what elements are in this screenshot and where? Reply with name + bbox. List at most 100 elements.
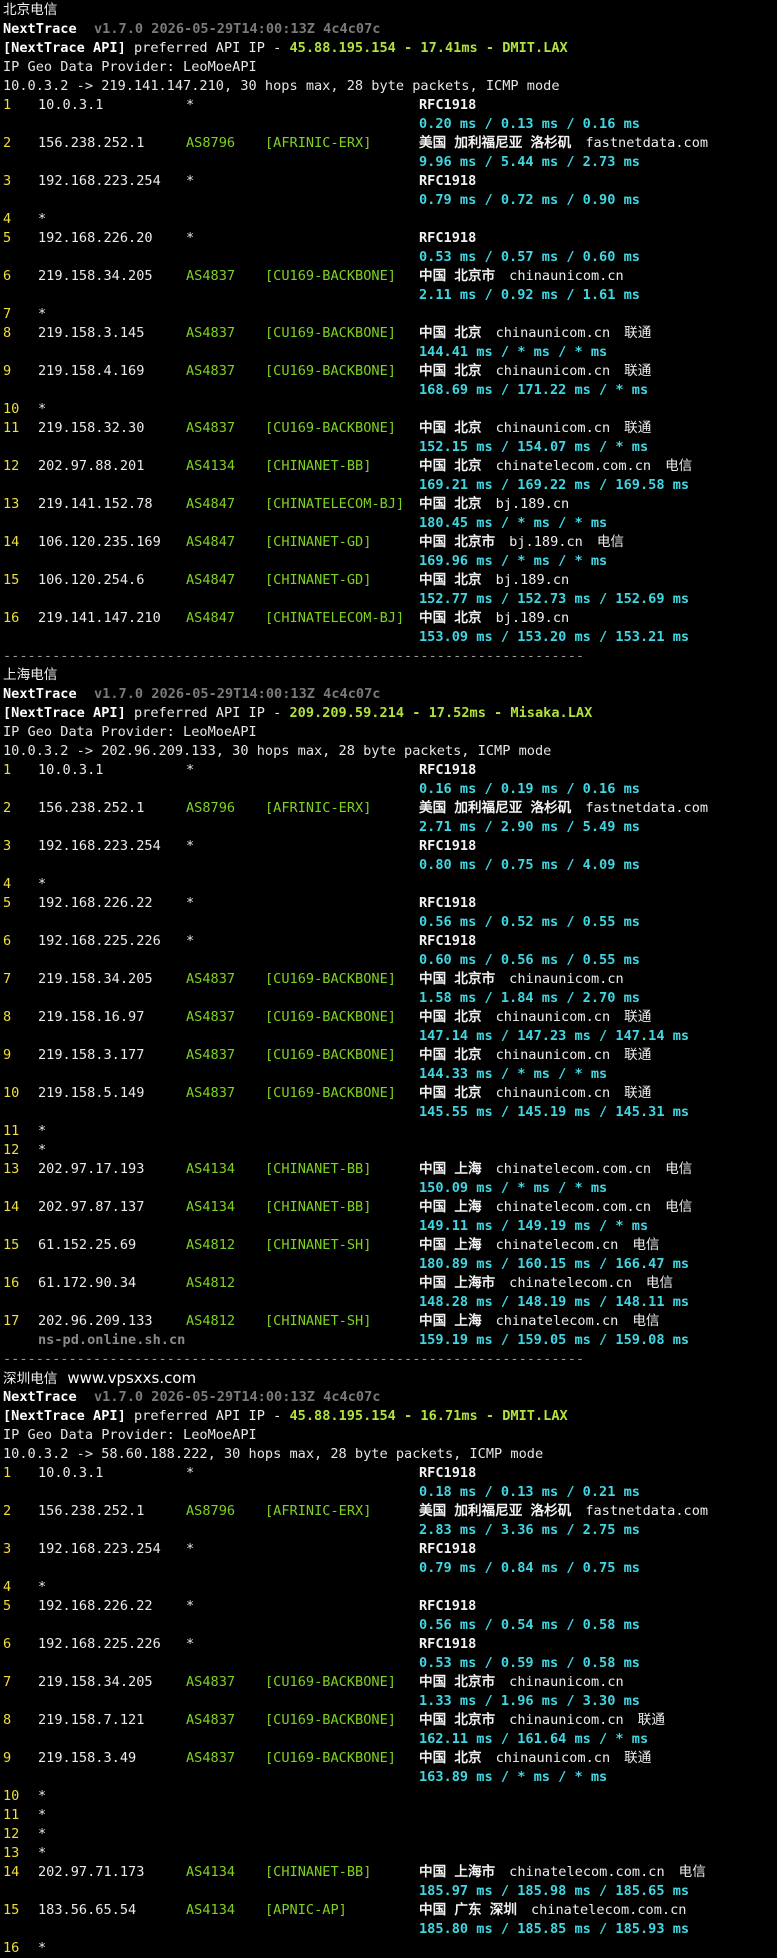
hop-latency: 150.09 ms / * ms / * ms xyxy=(419,1180,608,1196)
hop-row: 17 202.96.209.133 AS4812 [CHINANET-SH] 中国 上海… xyxy=(0,1312,777,1331)
api-line: [NextTrace API] preferred API IP - 45.88… xyxy=(0,39,777,58)
hop-ip: 106.120.254.6 xyxy=(38,572,145,588)
hop-geo: 中国 北京 xyxy=(419,1085,482,1101)
hop-row: 2 156.238.252.1 AS8796 [AFRINIC-ERX] 美国 加利福尼… xyxy=(0,1502,777,1521)
hop-row: 15 183.56.65.54 AS4134 [APNIC-AP] 中国 广东 深圳 ch… xyxy=(0,1901,777,1920)
hop-row: 14 202.97.87.137 AS4134 [CHINANET-BB] 中国 上海 c… xyxy=(0,1198,777,1217)
hop-number: 12 xyxy=(3,1826,20,1842)
hop-latency-row: 185.80 ms / 185.85 ms / 185.93 ms xyxy=(0,1920,777,1939)
hop-domain: chinatelecom.cn xyxy=(495,1313,619,1329)
hop-number: 11 xyxy=(3,1807,20,1823)
hop-domain: chinatelecom.com.cn xyxy=(509,1864,665,1880)
geo-provider: IP Geo Data Provider: LeoMoeAPI xyxy=(3,1427,257,1443)
hop-ip: 156.238.252.1 xyxy=(38,135,145,151)
hop-netname: [CU169-BACKBONE] xyxy=(265,1047,396,1063)
hop-geo: 中国 上海市 xyxy=(419,1275,496,1291)
hop-latency-row: 180.45 ms / * ms / * ms xyxy=(0,514,777,533)
hop-latency: 0.80 ms / 0.75 ms / 4.09 ms xyxy=(419,857,640,873)
hop-number: 12 xyxy=(3,458,20,474)
hop-row: 12 * xyxy=(0,1825,777,1844)
hop-ip: 219.158.3.49 xyxy=(38,1750,137,1766)
hop-number: 4 xyxy=(3,211,12,227)
hop-latency-row: 2.83 ms / 3.36 ms / 2.75 ms xyxy=(0,1521,777,1540)
hop-domain: chinaunicom.cn xyxy=(495,1047,611,1063)
hop-latency: 1.58 ms / 1.84 ms / 2.70 ms xyxy=(419,990,640,1006)
hop-latency-row: 144.33 ms / * ms / * ms xyxy=(0,1065,777,1084)
hop-geo: 中国 北京 xyxy=(419,1750,482,1766)
hop-geo: 中国 北京市 xyxy=(419,971,496,987)
hop-row: 8 219.158.16.97 AS4837 [CU169-BACKBONE] 中国 北… xyxy=(0,1008,777,1027)
hop-row: 7 219.158.34.205 AS4837 [CU169-BACKBONE] 中国 … xyxy=(0,1673,777,1692)
hop-number: 3 xyxy=(3,173,12,189)
hop-row: 11 219.158.32.30 AS4837 [CU169-BACKBONE] 中国 … xyxy=(0,419,777,438)
hop-row: 8 219.158.7.121 AS4837 [CU169-BACKBONE] 中国 北… xyxy=(0,1711,777,1730)
hop-ip: 156.238.252.1 xyxy=(38,1503,145,1519)
hop-ip: * xyxy=(38,1579,47,1595)
hop-asn: AS8796 xyxy=(186,1503,236,1519)
hop-row: 3 192.168.223.254 * RFC1918 xyxy=(0,172,777,191)
hop-number: 6 xyxy=(3,933,12,949)
hop-latency: 9.96 ms / 5.44 ms / 2.73 ms xyxy=(419,154,640,170)
hop-netname: [AFRINIC-ERX] xyxy=(265,135,372,151)
hop-domain: chinaunicom.cn xyxy=(495,325,611,341)
hop-number: 12 xyxy=(3,1142,20,1158)
hop-row: 16 61.172.90.34 AS4812 中国 上海市 chinatelecom.c… xyxy=(0,1274,777,1293)
hop-latency: 2.71 ms / 2.90 ms / 5.49 ms xyxy=(419,819,640,835)
hop-number: 17 xyxy=(3,1313,20,1329)
hop-isp: 电信 xyxy=(596,534,625,550)
hop-geo: RFC1918 xyxy=(419,762,477,778)
hop-row: 2 156.238.252.1 AS8796 [AFRINIC-ERX] 美国 加利福尼… xyxy=(0,799,777,818)
hop-ip: 192.168.225.226 xyxy=(38,1636,161,1652)
hop-latency-row: 144.41 ms / * ms / * ms xyxy=(0,343,777,362)
hop-netname: [CU169-BACKBONE] xyxy=(265,1750,396,1766)
hop-ip: * xyxy=(38,1807,47,1823)
hop-domain: chinatelecom.cn xyxy=(495,1237,619,1253)
hop-row: 9 219.158.4.169 AS4837 [CU169-BACKBONE] 中国 北… xyxy=(0,362,777,381)
hop-row: 4 * xyxy=(0,210,777,229)
hop-row: 15 106.120.254.6 AS4847 [CHINANET-GD] 中国 北京 b… xyxy=(0,571,777,590)
hop-domain: bj.189.cn xyxy=(495,572,570,588)
hop-number: 13 xyxy=(3,1845,20,1861)
hop-ip: 192.168.223.254 xyxy=(38,1541,161,1557)
hop-netname: [CHINANET-SH] xyxy=(265,1313,372,1329)
hop-geo: 中国 北京 xyxy=(419,572,482,588)
hop-row: 12 * xyxy=(0,1141,777,1160)
hop-ip: 106.120.235.169 xyxy=(38,534,161,550)
hop-latency: 159.19 ms / 159.05 ms / 159.08 ms xyxy=(419,1332,690,1348)
api-endpoint: 45.88.195.154 - 17.41ms - DMIT.LAX xyxy=(289,40,568,56)
route-line: 10.0.3.2 -> 58.60.188.222, 30 hops max, … xyxy=(0,1445,777,1464)
hop-netname: [CU169-BACKBONE] xyxy=(265,325,396,341)
hop-asn: AS4837 xyxy=(186,1712,236,1728)
hop-asn: * xyxy=(186,173,195,189)
hop-domain: fastnetdata.com xyxy=(585,1503,709,1519)
hop-asn: AS4134 xyxy=(186,1864,236,1880)
hop-row: 1 10.0.3.1 * RFC1918 xyxy=(0,96,777,115)
hop-number: 15 xyxy=(3,1902,20,1918)
hop-latency: 0.53 ms / 0.59 ms / 0.58 ms xyxy=(419,1655,640,1671)
hop-number: 8 xyxy=(3,1712,12,1728)
hop-ip: 219.158.3.145 xyxy=(38,325,145,341)
hop-domain: bj.189.cn xyxy=(495,496,570,512)
tool-version: v1.7.0 2026-05-29T14:00:13Z 4c4c07c xyxy=(94,1389,381,1405)
hop-latency-row: 0.60 ms / 0.56 ms / 0.55 ms xyxy=(0,951,777,970)
hop-asn: AS4837 xyxy=(186,1674,236,1690)
hop-latency-row: 162.11 ms / 161.64 ms / * ms xyxy=(0,1730,777,1749)
hop-latency: 0.56 ms / 0.52 ms / 0.55 ms xyxy=(419,914,640,930)
hop-asn: * xyxy=(186,1598,195,1614)
api-text: preferred API IP - xyxy=(125,1408,290,1424)
hop-geo: RFC1918 xyxy=(419,230,477,246)
hop-ip: 219.141.147.210 xyxy=(38,610,161,626)
hop-latency: 0.16 ms / 0.19 ms / 0.16 ms xyxy=(419,781,640,797)
hop-isp: 联通 xyxy=(624,325,652,341)
hop-latency-row: 0.80 ms / 0.75 ms / 4.09 ms xyxy=(0,856,777,875)
hop-number: 9 xyxy=(3,363,12,379)
hop-asn: AS4812 xyxy=(186,1275,236,1291)
hop-number: 14 xyxy=(3,1864,20,1880)
hop-latency: 1.33 ms / 1.96 ms / 3.30 ms xyxy=(419,1693,640,1709)
hop-latency-row: 150.09 ms / * ms / * ms xyxy=(0,1179,777,1198)
hop-domain: chinaunicom.cn xyxy=(509,268,624,284)
hop-ip: * xyxy=(38,1826,47,1842)
hop-netname: [AFRINIC-ERX] xyxy=(265,800,372,816)
hop-domain: chinatelecom.cn xyxy=(509,1275,632,1291)
hop-row: 7 219.158.34.205 AS4837 [CU169-BACKBONE] 中国 … xyxy=(0,970,777,989)
